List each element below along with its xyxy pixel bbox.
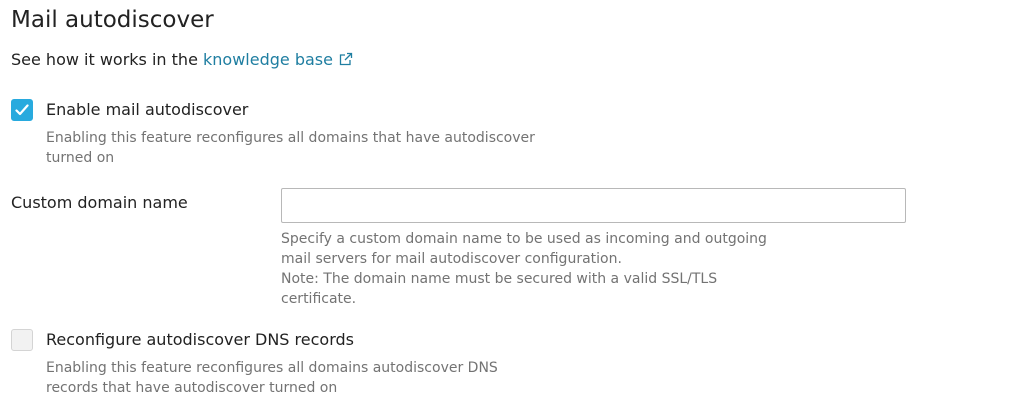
external-link-icon <box>339 52 353 66</box>
custom-domain-input[interactable] <box>281 188 906 223</box>
reconfigure-dns-hint: Enabling this feature reconfigures all d… <box>46 360 498 396</box>
enable-autodiscover-hint: Enabling this feature reconfigures all d… <box>46 130 535 166</box>
page-title: Mail autodiscover <box>11 7 214 33</box>
kb-prefix-text: See how it works in the <box>11 50 203 69</box>
enable-autodiscover-label[interactable]: Enable mail autodiscover <box>46 99 248 121</box>
reconfigure-dns-label[interactable]: Reconfigure autodiscover DNS records <box>46 329 354 351</box>
knowledge-base-line: See how it works in the knowledge base <box>11 49 353 71</box>
checkmark-icon <box>15 104 29 116</box>
knowledge-base-link[interactable]: knowledge base <box>203 50 353 69</box>
reconfigure-dns-checkbox[interactable] <box>11 329 33 351</box>
custom-domain-label: Custom domain name <box>11 193 188 212</box>
mail-autodiscover-page: Mail autodiscover See how it works in th… <box>0 0 1014 419</box>
custom-domain-hint: Specify a custom domain name to be used … <box>281 231 767 307</box>
enable-autodiscover-checkbox[interactable] <box>11 99 33 121</box>
knowledge-base-link-label: knowledge base <box>203 50 333 69</box>
